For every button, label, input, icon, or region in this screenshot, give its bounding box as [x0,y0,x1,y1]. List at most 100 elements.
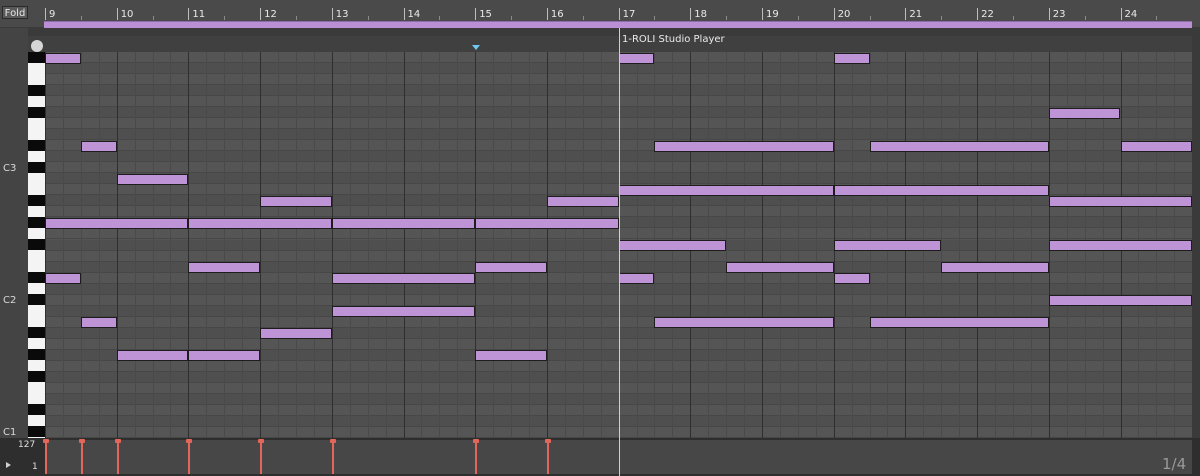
velocity-min-label: 1 [32,462,38,472]
midi-note[interactable] [654,140,834,152]
midi-note[interactable] [1048,195,1192,207]
midi-note[interactable] [1120,140,1192,152]
velocity-handle[interactable] [78,439,85,443]
midi-note[interactable] [331,217,476,229]
black-key[interactable] [28,426,45,437]
midi-note[interactable] [80,140,117,152]
velocity-stem[interactable] [80,441,83,474]
black-key[interactable] [28,140,45,151]
bar-tick [690,8,692,20]
piano-keyboard[interactable] [28,52,45,438]
black-key[interactable] [28,239,45,250]
midi-note[interactable] [116,350,189,362]
black-key[interactable] [28,349,45,360]
bar-gridline [116,52,118,438]
midi-note[interactable] [260,328,332,340]
midi-note[interactable] [331,306,476,318]
midi-note[interactable] [45,52,81,64]
bar-tick [546,8,548,20]
beat-gridline [582,52,584,438]
midi-note[interactable] [188,262,261,274]
beat-gridline [134,52,136,438]
midi-note[interactable] [1048,240,1192,251]
bar-tick [1120,8,1122,20]
loop-brace[interactable] [44,21,1192,28]
bar-number-label: 21 [909,9,923,20]
velocity-handle[interactable] [329,439,336,443]
velocity-stem[interactable] [546,441,549,474]
midi-note[interactable] [833,184,1049,196]
velocity-handle[interactable] [473,439,480,443]
midi-note[interactable] [833,52,870,64]
velocity-handle[interactable] [258,439,265,443]
start-marker-icon[interactable] [472,45,480,50]
midi-note[interactable] [618,184,834,196]
midi-note[interactable] [1048,107,1121,119]
black-key[interactable] [28,195,45,206]
black-key[interactable] [28,85,45,96]
midi-note[interactable] [475,262,547,274]
velocity-stem[interactable] [475,441,478,474]
midi-note[interactable] [188,217,332,229]
bar-gridline [331,52,333,438]
midi-note[interactable] [941,262,1049,274]
midi-note[interactable] [654,317,834,329]
bar-number-label: 17 [622,9,636,20]
midi-note[interactable] [869,140,1049,152]
velocity-handle[interactable] [43,439,49,443]
midi-note[interactable] [45,273,81,285]
bar-number-label: 16 [550,9,564,20]
midi-note[interactable] [116,173,189,185]
playhead-line [619,28,620,476]
midi-note[interactable] [331,273,476,285]
black-key[interactable] [28,162,45,173]
bar-tick [833,8,835,20]
midi-note[interactable] [1048,295,1192,307]
bar-number-label: 19 [766,9,779,20]
midi-note[interactable] [260,195,332,207]
midi-note[interactable] [618,52,655,64]
bar-tick [116,8,118,20]
black-key[interactable] [28,371,45,382]
black-key[interactable] [28,404,45,415]
velocity-stem[interactable] [188,441,191,474]
black-key[interactable] [28,294,45,305]
velocity-stem[interactable] [45,441,47,474]
midi-note[interactable] [188,350,261,362]
black-key[interactable] [28,52,45,63]
midi-note[interactable] [618,273,655,285]
midi-note[interactable] [475,350,547,362]
midi-note[interactable] [45,217,189,229]
black-key[interactable] [28,272,45,283]
midi-note[interactable] [618,240,727,251]
bar-number-label: 9 [49,9,56,20]
velocity-max-label: 127 [18,440,36,450]
midi-note[interactable] [833,240,942,251]
velocity-handle[interactable] [186,439,193,443]
fold-button[interactable]: Fold [2,6,28,19]
midi-note[interactable] [546,195,619,207]
half-bar-tick [439,16,441,20]
beat-gridline [457,52,459,438]
beat-time-ruler[interactable]: 9 10 11 12 13 14 15 16 17 18 19 20 21 22 23 24 [44,8,1192,20]
beat-gridline [80,52,82,438]
zoom-scroll-icon[interactable] [31,40,43,52]
velocity-stem[interactable] [260,441,263,474]
midi-note[interactable] [475,217,619,229]
black-key[interactable] [28,327,45,338]
velocity-stem[interactable] [116,441,119,474]
black-key[interactable] [28,107,45,118]
velocity-handle[interactable] [114,439,121,443]
beat-gridline [62,52,64,438]
black-key[interactable] [28,217,45,228]
midi-note[interactable] [726,262,834,274]
midi-note[interactable] [869,317,1049,329]
midi-note[interactable] [80,317,117,329]
preview-play-icon[interactable] [6,462,11,468]
beat-gridline [278,52,280,438]
piano-roll-editor: Fold 9 10 11 12 13 14 15 16 17 18 19 20 21 22 23 24 1-R… [0,0,1200,476]
velocity-handle[interactable] [544,439,551,443]
midi-note[interactable] [833,273,870,285]
half-bar-tick [582,16,584,20]
velocity-stem[interactable] [331,441,334,474]
